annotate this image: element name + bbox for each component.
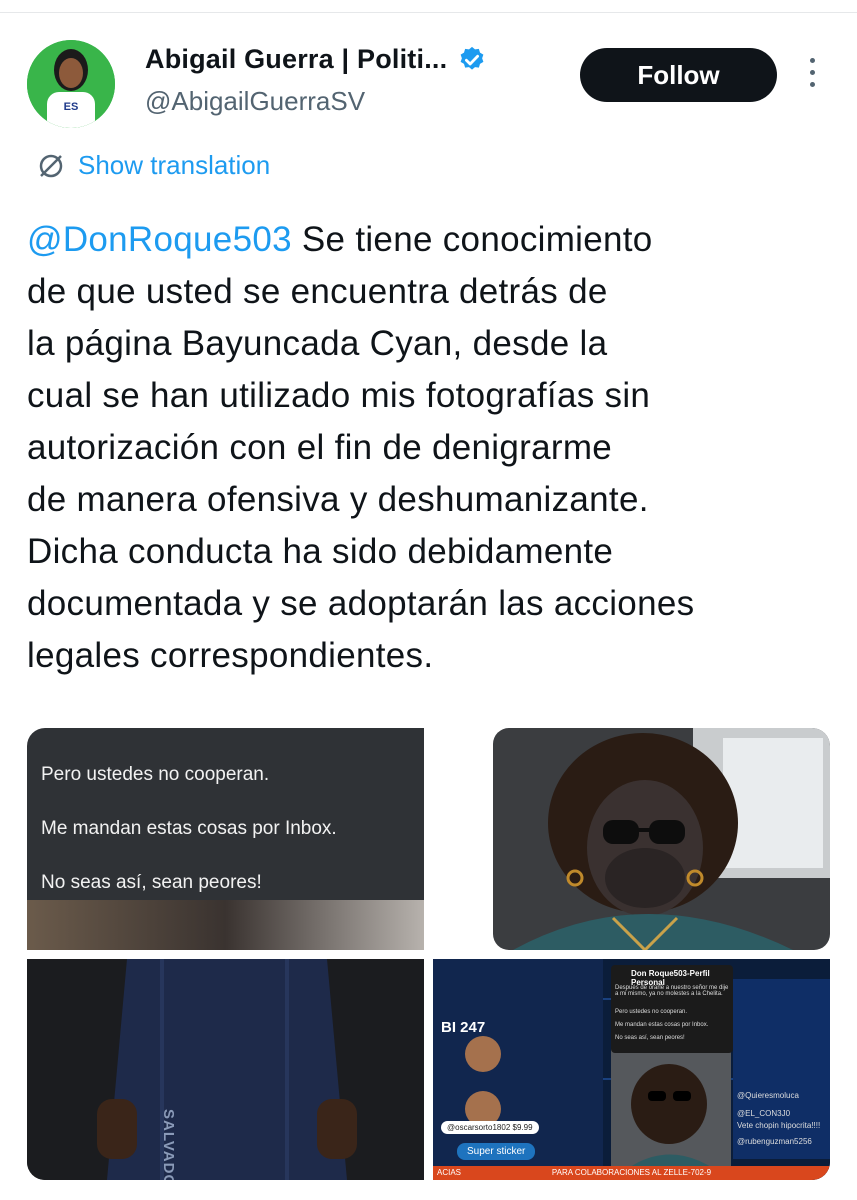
- media-image-4[interactable]: Don Roque503-Perfil Personal Después de …: [433, 959, 830, 1180]
- post-text: No seas así, sean peores!: [615, 1035, 685, 1041]
- tweet-line: Dicha conducta ha sido debidamente: [27, 532, 614, 571]
- media-image-3[interactable]: SALVADOR: [27, 959, 424, 1180]
- tweet-line: de que usted se encuentra detrás de: [27, 272, 608, 311]
- media-image-2[interactable]: [433, 728, 830, 950]
- person-photo: [27, 959, 424, 1180]
- chat-message: @EL_CON3J0: [737, 1109, 791, 1118]
- chat-message: @Quieresmoluca: [737, 1091, 799, 1100]
- caption-line: Me mandan estas cosas por Inbox.: [41, 818, 337, 839]
- follow-button[interactable]: Follow: [580, 48, 777, 102]
- tweet-line: cual se han utilizado mis fotografías si…: [27, 376, 651, 415]
- tweet-line: legales correspondientes.: [27, 636, 434, 675]
- tweet-line: autorización con el fin de denigrarme: [27, 428, 613, 467]
- author-name-row: Abigail Guerra | Politi...: [145, 44, 487, 75]
- display-name[interactable]: Abigail Guerra | Politi...: [145, 44, 447, 75]
- more-options-icon[interactable]: [800, 58, 824, 94]
- post-text: Me mandan estas cosas por Inbox.: [615, 1022, 709, 1028]
- facebook-post-card: Don Roque503-Perfil Personal Después de …: [611, 965, 733, 1053]
- tweet-line: de manera ofensiva y deshumanizante.: [27, 480, 649, 519]
- stream-logo: BI 247: [441, 1019, 486, 1036]
- mention-link[interactable]: @DonRoque503: [27, 220, 292, 259]
- post-text: Después de orarle a nuestro señor me dij…: [615, 985, 729, 997]
- show-translation-link[interactable]: Show translation: [36, 150, 270, 181]
- translate-icon: [39, 154, 63, 177]
- media-grid: Pero ustedes no cooperan. Me mandan esta…: [27, 728, 830, 1180]
- chat-message: @rubenguzman5256: [737, 1137, 812, 1146]
- donation-badge: @oscarsorto1802 $9.99: [441, 1121, 539, 1134]
- media-image-1[interactable]: Pero ustedes no cooperan. Me mandan esta…: [27, 728, 424, 950]
- tweet-line: la página Bayuncada Cyan, desde la: [27, 324, 608, 363]
- verified-badge-icon: [460, 46, 484, 70]
- show-translation-label: Show translation: [78, 150, 271, 180]
- jersey-text: SALVADOR: [160, 1109, 177, 1180]
- top-divider: [0, 12, 857, 13]
- post-text: Pero ustedes no cooperan.: [615, 1009, 688, 1015]
- super-sticker-badge: Super sticker: [457, 1143, 536, 1160]
- chat-message: Vete chopin hipocrita!!!!: [737, 1121, 821, 1130]
- svg-text:ES: ES: [64, 101, 79, 113]
- caption-line: No seas así, sean peores!: [41, 872, 262, 893]
- gorilla-photo: [493, 728, 830, 950]
- stream-ticker: ACIAS PARA COLABORACIONES AL ZELLE-702-9: [433, 1166, 830, 1180]
- tweet-line: @DonRoque503 Se tiene conocimiento: [27, 220, 653, 259]
- caption-line: Pero ustedes no cooperan.: [41, 764, 270, 785]
- avatar-photo: ES: [27, 40, 115, 128]
- avatar[interactable]: ES: [27, 40, 115, 128]
- photo-strip: [27, 900, 424, 950]
- tweet-text: @DonRoque503 Se tiene conocimiento de qu…: [27, 214, 827, 682]
- tweet-line: documentada y se adoptarán las acciones: [27, 584, 695, 623]
- user-handle[interactable]: @AbigailGuerraSV: [145, 86, 365, 117]
